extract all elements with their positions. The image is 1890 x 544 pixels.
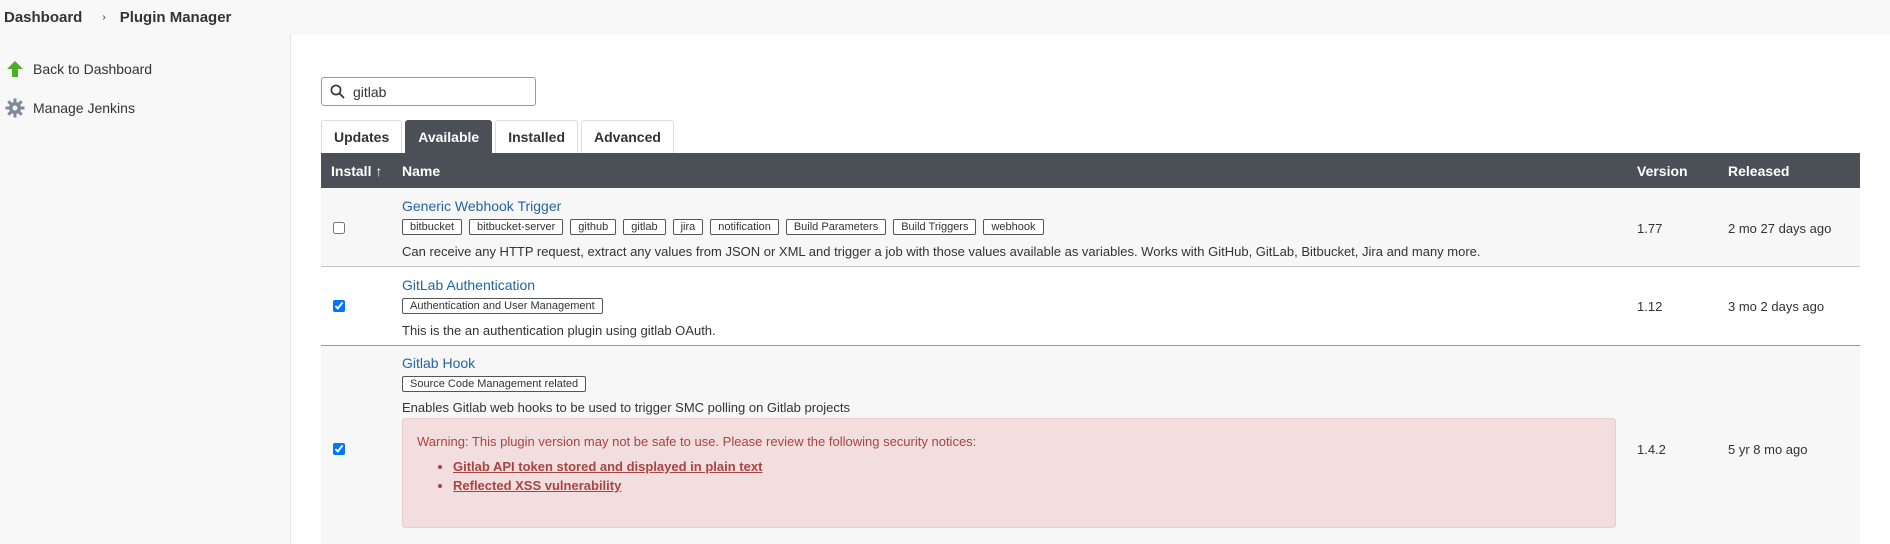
- table-row: GitLab Authentication Authentication and…: [321, 267, 1860, 346]
- search-box: [321, 77, 536, 106]
- plugin-label[interactable]: github: [570, 219, 617, 235]
- tab-available[interactable]: Available: [405, 120, 493, 153]
- sidebar: Back to Dashboard Manage Jenkins: [0, 35, 291, 544]
- install-checkbox[interactable]: [333, 443, 345, 455]
- plugin-description: Can receive any HTTP request, extract an…: [402, 244, 1481, 259]
- plugin-description: This is the an authentication plugin usi…: [402, 323, 716, 338]
- plugin-released: 3 mo 2 days ago: [1728, 299, 1825, 314]
- tab-updates[interactable]: Updates: [321, 120, 403, 153]
- tab-installed[interactable]: Installed: [495, 120, 578, 153]
- plugin-label[interactable]: Authentication and User Management: [402, 298, 603, 314]
- gear-icon: [5, 98, 25, 118]
- breadcrumb: Dashboard › Plugin Manager: [0, 0, 1890, 35]
- plugin-name-link[interactable]: GitLab Authentication: [402, 277, 535, 293]
- sidebar-item-back-to-dashboard[interactable]: Back to Dashboard: [5, 59, 152, 79]
- column-header-released[interactable]: Released: [1728, 163, 1789, 179]
- plugin-version: 1.12: [1637, 299, 1663, 314]
- plugin-label[interactable]: bitbucket: [402, 219, 463, 235]
- search-input[interactable]: [351, 82, 525, 101]
- plugin-name-link[interactable]: Gitlab Hook: [402, 355, 475, 371]
- plugins-table: Install ↑ Name Version Released Generic …: [321, 153, 1860, 544]
- plugin-version: 1.4.2: [1637, 442, 1666, 457]
- table-row: Generic Webhook Trigger bitbucket bitbuc…: [321, 188, 1860, 267]
- list-item: Gitlab API token stored and displayed in…: [453, 459, 762, 474]
- up-arrow-icon: [5, 59, 25, 79]
- breadcrumb-plugin-manager[interactable]: Plugin Manager: [120, 9, 232, 26]
- plugin-released: 5 yr 8 mo ago: [1728, 442, 1808, 457]
- plugin-label[interactable]: Build Triggers: [893, 219, 977, 235]
- security-notice-list: Gitlab API token stored and displayed in…: [417, 459, 762, 497]
- plugin-labels: bitbucket bitbucket-server github gitlab…: [402, 219, 1051, 235]
- plugin-labels: Authentication and User Management: [402, 298, 610, 314]
- column-header-version[interactable]: Version: [1637, 163, 1688, 179]
- security-warning: Warning: This plugin version may not be …: [402, 418, 1616, 528]
- plugin-version: 1.77: [1637, 221, 1663, 236]
- sidebar-item-label: Manage Jenkins: [33, 100, 135, 116]
- plugin-label[interactable]: webhook: [983, 219, 1044, 235]
- security-notice-link[interactable]: Reflected XSS vulnerability: [453, 478, 621, 493]
- plugin-released: 2 mo 27 days ago: [1728, 221, 1832, 236]
- table-row: Gitlab Hook Source Code Management relat…: [321, 346, 1860, 544]
- breadcrumb-separator-icon[interactable]: ›: [102, 12, 105, 23]
- plugin-label[interactable]: gitlab: [623, 219, 666, 235]
- plugin-label[interactable]: bitbucket-server: [469, 219, 564, 235]
- install-checkbox[interactable]: [333, 222, 345, 234]
- column-header-install[interactable]: Install ↑: [331, 163, 382, 179]
- list-item: Reflected XSS vulnerability: [453, 478, 762, 493]
- plugin-description: Enables Gitlab web hooks to be used to t…: [402, 400, 851, 415]
- plugin-label[interactable]: jira: [672, 219, 704, 235]
- column-header-name[interactable]: Name: [402, 163, 440, 179]
- sidebar-item-label: Back to Dashboard: [33, 61, 153, 77]
- plugin-label[interactable]: notification: [710, 219, 779, 235]
- plugin-label[interactable]: Build Parameters: [785, 219, 887, 235]
- install-checkbox[interactable]: [333, 300, 345, 312]
- tab-bar: Updates Available Installed Advanced: [321, 120, 677, 153]
- search-icon: [330, 84, 345, 99]
- plugin-name-link[interactable]: Generic Webhook Trigger: [402, 198, 561, 214]
- plugin-labels: Source Code Management related: [402, 376, 593, 392]
- tab-advanced[interactable]: Advanced: [581, 120, 674, 153]
- security-notice-link[interactable]: Gitlab API token stored and displayed in…: [453, 459, 762, 474]
- plugin-label[interactable]: Source Code Management related: [402, 376, 587, 392]
- table-header: Install ↑ Name Version Released: [321, 153, 1860, 188]
- sidebar-item-manage-jenkins[interactable]: Manage Jenkins: [5, 98, 135, 118]
- security-warning-text: Warning: This plugin version may not be …: [417, 434, 977, 449]
- breadcrumb-dashboard[interactable]: Dashboard: [4, 9, 82, 26]
